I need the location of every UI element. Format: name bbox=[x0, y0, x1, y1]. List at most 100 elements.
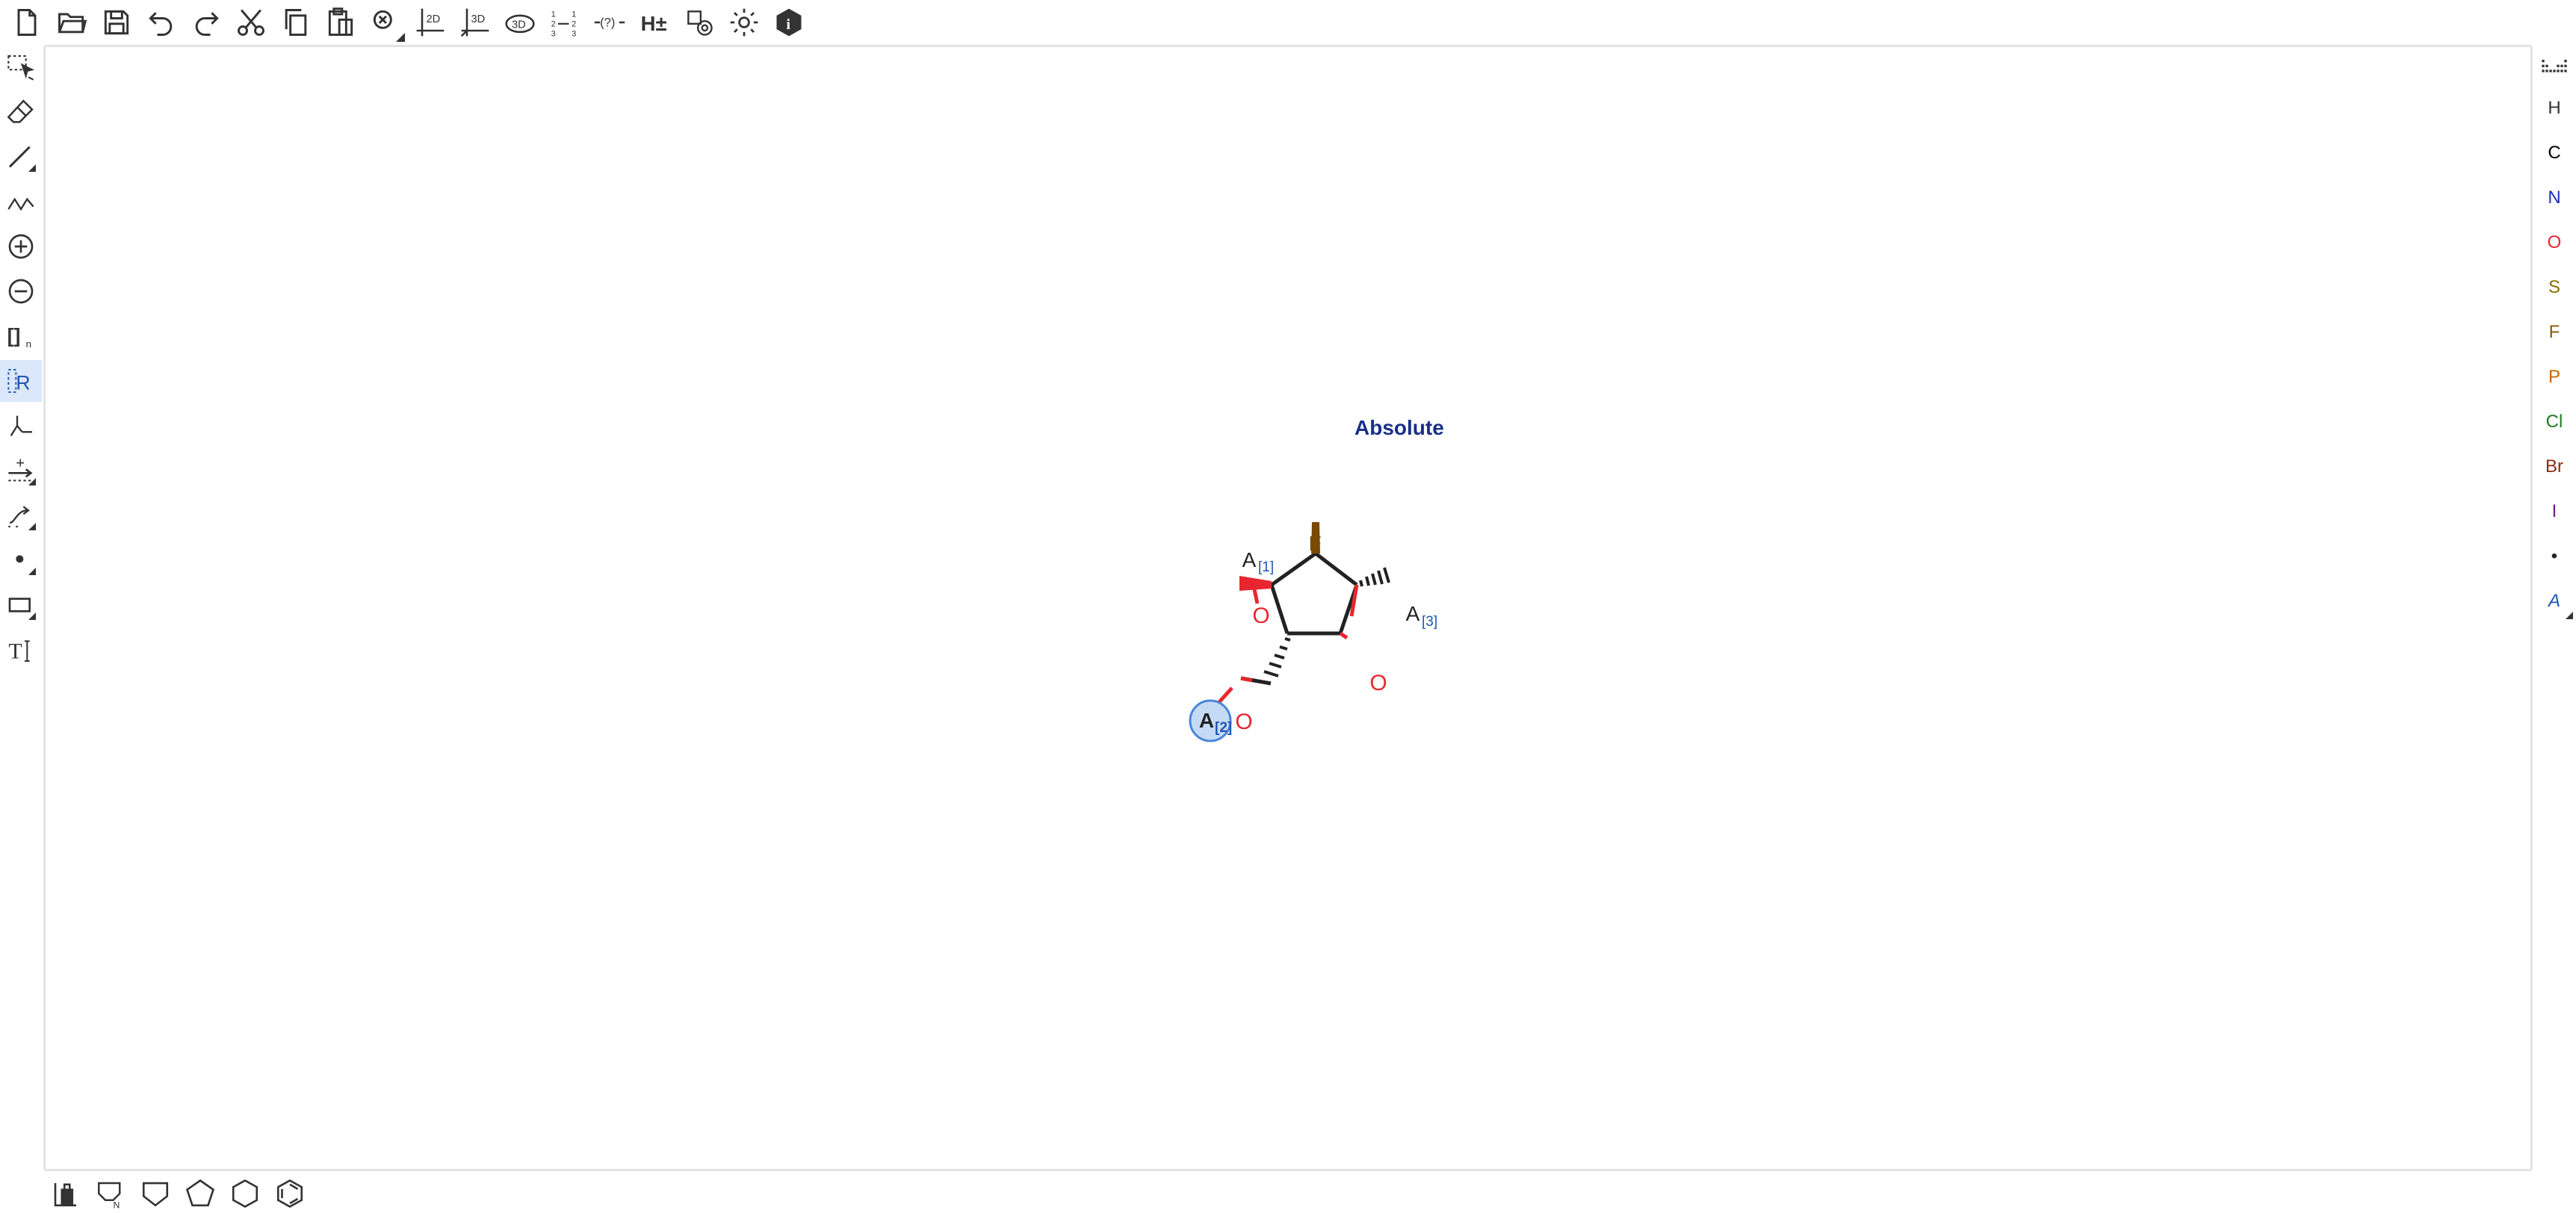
benzene-icon[interactable] bbox=[267, 1174, 312, 1213]
molecule-structure[interactable]: Absolute O O O F A [1] A [3] A [2] bbox=[46, 47, 2535, 1173]
cyclopentane-icon[interactable] bbox=[178, 1174, 223, 1213]
redo-icon[interactable] bbox=[184, 0, 229, 45]
undo-icon[interactable] bbox=[139, 0, 184, 45]
rgroup-tool[interactable]: R bbox=[0, 360, 42, 402]
info-label: i bbox=[786, 16, 790, 33]
element-any-atom-label: A bbox=[2548, 591, 2560, 611]
hash-bond-a3 bbox=[1359, 567, 1390, 587]
rgroup-atom-a1[interactable]: A bbox=[1242, 548, 1257, 571]
template-n-label: N bbox=[114, 1200, 120, 1209]
dropdown-corner bbox=[2566, 612, 2573, 619]
element-dot[interactable]: • bbox=[2533, 534, 2576, 579]
layout-3d-icon[interactable]: 3D bbox=[453, 0, 498, 45]
add-hydrogens-icon[interactable]: H± bbox=[632, 0, 677, 45]
bond-o-a2 bbox=[1217, 686, 1233, 704]
cyclobutane-icon[interactable] bbox=[133, 1174, 178, 1213]
lower-oxygen-atom[interactable]: O bbox=[1235, 710, 1252, 734]
periodic-table-icon[interactable] bbox=[2533, 45, 2576, 90]
single-bond-tool[interactable] bbox=[0, 136, 42, 178]
cyclohexane-icon[interactable] bbox=[223, 1174, 267, 1213]
ketcher-editor: 2D 3D 3D 123123 (?) H± i [] n R + T Abso… bbox=[0, 0, 2576, 1213]
drawing-canvas[interactable]: Absolute O O O F A [1] A [3] A [2] bbox=[43, 45, 2533, 1171]
svg-text:3: 3 bbox=[572, 29, 576, 38]
stereo-label: Absolute bbox=[1354, 416, 1444, 439]
element-cl[interactable]: Cl bbox=[2533, 400, 2576, 444]
view-3d-label: 3D bbox=[512, 19, 526, 31]
rectangle-tool[interactable] bbox=[0, 584, 42, 626]
element-h[interactable]: H bbox=[2533, 86, 2576, 131]
element-o[interactable]: O bbox=[2533, 220, 2576, 265]
check-structure-label: (?) bbox=[600, 16, 615, 30]
element-br[interactable]: Br bbox=[2533, 444, 2576, 489]
settings-icon[interactable] bbox=[722, 0, 767, 45]
paste-icon[interactable] bbox=[318, 0, 363, 45]
text-tool-label: T bbox=[8, 639, 22, 664]
hash-bond-ch2 bbox=[1263, 637, 1291, 677]
element-f[interactable]: F bbox=[2533, 310, 2576, 355]
element-br-label: Br bbox=[2545, 456, 2563, 477]
element-s[interactable]: S bbox=[2533, 265, 2576, 310]
element-s-label: S bbox=[2548, 277, 2560, 297]
rgroup-atom-a2[interactable]: A bbox=[1199, 709, 1214, 732]
fluorine-atom[interactable]: F bbox=[1308, 532, 1321, 555]
cut-icon[interactable] bbox=[229, 0, 273, 45]
svg-text:1: 1 bbox=[572, 10, 576, 19]
reaction-arrow-tool[interactable]: + bbox=[0, 450, 42, 491]
reaction-mapping-tool[interactable] bbox=[0, 494, 42, 536]
rgroup-atom-a3[interactable]: A bbox=[1406, 602, 1420, 625]
element-dot-label: • bbox=[2551, 546, 2558, 566]
eraser-tool[interactable] bbox=[0, 91, 42, 133]
rgroup-index-1: [1] bbox=[1258, 559, 1274, 575]
bond-ch2-o-red bbox=[1240, 676, 1253, 683]
svg-text:2: 2 bbox=[572, 20, 576, 29]
layout-2d-icon[interactable]: 2D bbox=[408, 0, 453, 45]
element-any-atom[interactable]: A bbox=[2533, 579, 2576, 624]
rgroup-index-2: [2] bbox=[1215, 720, 1232, 736]
template-library-icon[interactable] bbox=[43, 1174, 88, 1213]
new-document-icon[interactable] bbox=[4, 0, 49, 45]
element-n-label: N bbox=[2548, 187, 2561, 208]
save-icon[interactable] bbox=[94, 0, 139, 45]
top-toolbar: 2D 3D 3D 123123 (?) H± i bbox=[0, 0, 2576, 45]
svg-text:3: 3 bbox=[551, 29, 556, 38]
element-f-label: F bbox=[2548, 322, 2560, 342]
charge-minus-tool[interactable] bbox=[0, 270, 42, 312]
element-n[interactable]: N bbox=[2533, 176, 2576, 220]
charge-plus-tool[interactable] bbox=[0, 226, 42, 267]
reaction-map-tool[interactable] bbox=[0, 405, 42, 447]
rgroup-label: R bbox=[16, 372, 30, 394]
select-tool[interactable] bbox=[0, 46, 42, 88]
template-n-icon[interactable]: N bbox=[88, 1174, 133, 1213]
element-i[interactable]: I bbox=[2533, 489, 2576, 534]
element-c-label: C bbox=[2548, 143, 2561, 163]
left-toolbar: [] n R + T bbox=[0, 45, 42, 1180]
element-i-label: I bbox=[2551, 501, 2557, 521]
atom-dot-tool[interactable] bbox=[0, 539, 42, 581]
layout-2d-label: 2D bbox=[427, 13, 441, 25]
element-p-label: P bbox=[2548, 367, 2560, 387]
element-cl-label: Cl bbox=[2545, 412, 2563, 432]
upper-oxygen-atom[interactable]: O bbox=[1252, 604, 1269, 628]
element-p[interactable]: P bbox=[2533, 355, 2576, 400]
svg-text:1: 1 bbox=[551, 10, 556, 19]
ring-oxygen-atom[interactable]: O bbox=[1369, 671, 1387, 695]
element-c[interactable]: C bbox=[2533, 131, 2576, 176]
add-hydrogens-label: H± bbox=[641, 12, 667, 35]
recognize-icon[interactable] bbox=[677, 0, 722, 45]
chain-tool[interactable] bbox=[0, 181, 42, 223]
copy-icon[interactable] bbox=[273, 0, 318, 45]
sgroup-tool[interactable]: [] n bbox=[0, 315, 42, 357]
sgroup-label: n bbox=[26, 338, 31, 350]
layout-3d-label: 3D bbox=[471, 13, 486, 25]
view-3d-icon[interactable]: 3D bbox=[498, 0, 542, 45]
ring-bonds bbox=[1269, 551, 1359, 636]
svg-text:[]: [] bbox=[7, 324, 21, 347]
info-icon[interactable]: i bbox=[767, 0, 811, 45]
zoom-icon[interactable] bbox=[363, 0, 408, 45]
open-folder-icon[interactable] bbox=[49, 0, 94, 45]
text-tool[interactable]: T bbox=[0, 629, 42, 671]
svg-text:2: 2 bbox=[551, 20, 556, 29]
element-h-label: H bbox=[2548, 98, 2561, 118]
aromatize-icon[interactable]: 123123 bbox=[542, 0, 587, 45]
check-structure-icon[interactable]: (?) bbox=[587, 0, 632, 45]
